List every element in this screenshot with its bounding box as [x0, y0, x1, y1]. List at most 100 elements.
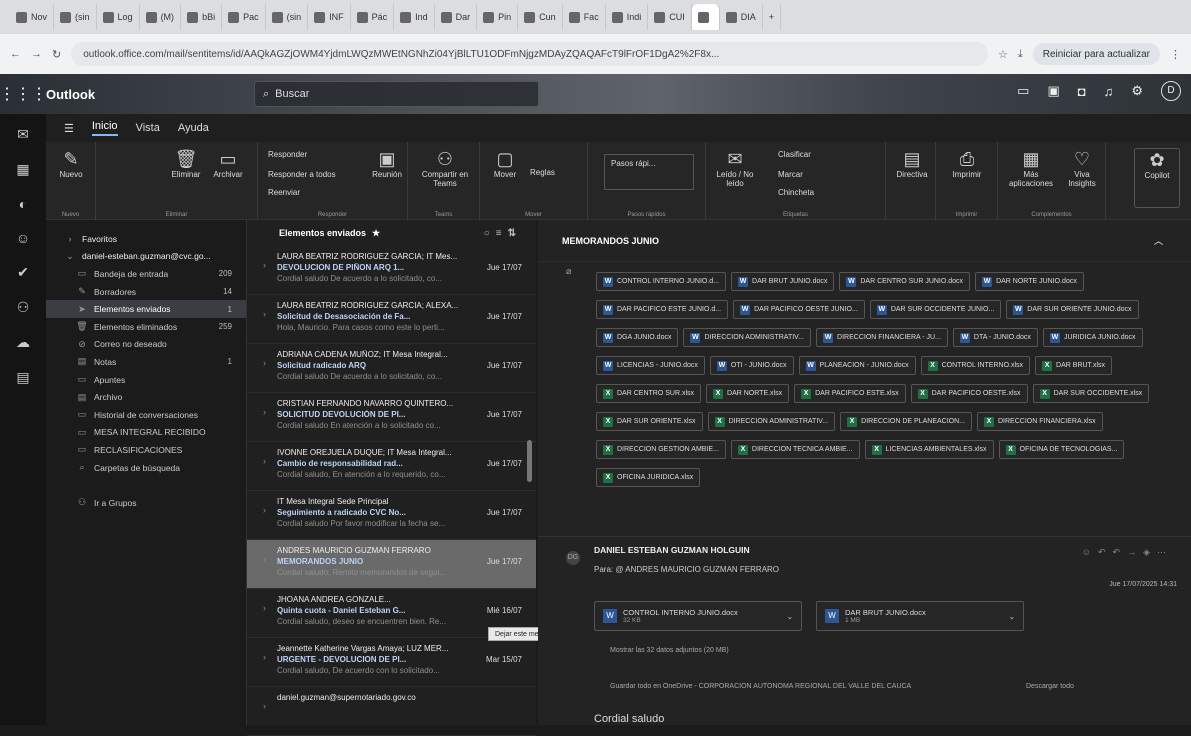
expand-chevron-icon[interactable]: ›: [263, 554, 266, 564]
attachment-chip[interactable]: W DTA - JUNIO.docx: [952, 328, 1038, 347]
attachment-chip[interactable]: X DAR NORTE.xlsx: [706, 384, 790, 403]
attachment-chip[interactable]: X DIRECCION TECNICA AMBIE...: [730, 440, 860, 459]
message-item[interactable]: › IT Mesa Integral Sede Principal Seguimie…: [247, 491, 536, 540]
show-all-attachments-link[interactable]: Mostrar las 32 datos adjuntos (20 MB): [610, 647, 729, 654]
expand-chevron-icon[interactable]: ›: [263, 505, 266, 515]
attachment-chip[interactable]: W DAR CENTRO SUR JUNIO.docx: [839, 272, 971, 291]
quick-steps-box[interactable]: Pasos rápi...: [604, 154, 694, 190]
attachment-chip[interactable]: W DIRECCION FINANCIERA - JU...: [816, 328, 948, 347]
chevron-down-icon[interactable]: ⌄: [1009, 612, 1015, 621]
bell-icon[interactable]: ♫: [1104, 84, 1114, 99]
address-bar[interactable]: outlook.office.com/mail/sentitems/id/AAQ…: [71, 42, 988, 66]
policy-button[interactable]: ▤ Directiva: [890, 148, 934, 179]
message-item[interactable]: › ANDRES MAURICIO GUZMAN FERRARO MEMORANDO…: [247, 540, 536, 589]
message-item[interactable]: › daniel.guzman@supernotariado.gov.co: [247, 687, 536, 736]
search-box[interactable]: ⌕ Buscar: [254, 81, 539, 107]
archive-button[interactable]: ▭ Archivar: [208, 148, 248, 179]
people-icon[interactable]: ☺: [16, 230, 30, 246]
folder-item[interactable]: 🗑 Elementos eliminados 259: [46, 318, 246, 336]
todo-icon[interactable]: ✔: [17, 264, 29, 281]
attachment-chip[interactable]: X DIRECCION GESTION AMBIE...: [596, 440, 726, 459]
bookmark-star-icon[interactable]: ☆: [998, 48, 1008, 61]
list-scrollbar[interactable]: [527, 440, 532, 482]
onedrive-icon[interactable]: ☁: [16, 334, 30, 351]
folder-item[interactable]: › Favoritos: [46, 230, 246, 248]
expand-chevron-icon[interactable]: ›: [263, 260, 266, 270]
more-apps-button[interactable]: ▦ Más aplicaciones: [1002, 148, 1060, 188]
meeting-button[interactable]: ▣ Reunión: [370, 148, 404, 179]
sort-icon[interactable]: ⇅: [508, 228, 522, 239]
attachment-chip[interactable]: X DAR PACIFICO OESTE.xlsx: [910, 384, 1028, 403]
back-icon[interactable]: ←: [10, 48, 21, 60]
folder-item[interactable]: ▭ MESA INTEGRAL RECIBIDO: [46, 424, 246, 442]
attachment-chip[interactable]: X CONTROL INTERNO.xlsx: [920, 356, 1031, 375]
attachment-chip[interactable]: W PLANEACION - JUNIO.docx: [798, 356, 916, 375]
attachment-chip[interactable]: W DAR SUR OCCIDENTE JUNIO...: [869, 300, 1002, 319]
browser-tab[interactable]: Nov: [10, 4, 55, 30]
browser-tab[interactable]: DIA: [720, 4, 763, 30]
more-icon[interactable]: ⋯: [1157, 547, 1173, 557]
attachment-chip[interactable]: W DAR PACIFICO OESTE JUNIO...: [733, 300, 865, 319]
browser-tab[interactable]: Indi: [606, 4, 649, 30]
copilot-button[interactable]: ✿ Copilot: [1134, 148, 1180, 208]
message-item[interactable]: › LAURA BEATRIZ RODRIGUEZ GARCIA; IT Mes.…: [247, 246, 536, 295]
message-item[interactable]: › LAURA BEATRIZ RODRIGUEZ GARCIA; ALEXA..…: [247, 295, 536, 344]
expand-chevron-icon[interactable]: ›: [263, 456, 266, 466]
tab-ayuda[interactable]: Ayuda: [178, 122, 209, 134]
browser-menu-icon[interactable]: ⋮: [1170, 48, 1181, 61]
forward-button[interactable]: Reenviar: [268, 188, 300, 197]
folder-item[interactable]: ⌕ Carpetas de búsqueda: [46, 459, 246, 477]
calendar-icon[interactable]: ▦: [16, 161, 29, 178]
attachment-chip[interactable]: W CONTROL INTERNO JUNIO.d...: [596, 272, 727, 291]
attachment-chip[interactable]: W DAR BRUT JUNIO.docx: [731, 272, 835, 291]
mail-icon[interactable]: ✉: [17, 126, 29, 143]
browser-tab[interactable]: (sin: [266, 4, 309, 30]
browser-tab[interactable]: Fac: [563, 4, 606, 30]
folder-item[interactable]: ➤ Elementos enviados 1: [46, 300, 246, 318]
print-button[interactable]: ⎙ Imprimir: [944, 148, 990, 179]
attachment-chip[interactable]: W JURIDICA JUNIO.docx: [1042, 328, 1143, 347]
reply-all-icon[interactable]: ↶: [1113, 547, 1128, 557]
meet-now-icon[interactable]: ▭: [1017, 83, 1029, 99]
teams-icon[interactable]: ⚇: [17, 299, 30, 316]
favorite-star-icon[interactable]: ★: [372, 228, 380, 239]
folder-item[interactable]: ⌄ daniel-esteban.guzman@cvc.go...: [46, 248, 246, 266]
attachment-chip[interactable]: X DAR PACIFICO ESTE.xlsx: [794, 384, 906, 403]
message-item[interactable]: › Jeannette Katherine Vargas Amaya; LUZ M…: [247, 638, 536, 687]
attachment-chip[interactable]: X DAR SUR ORIENTE.xlsx: [596, 412, 703, 431]
attachment-chip[interactable]: X DIRECCION DE PLANEACION...: [840, 412, 972, 431]
browser-tab[interactable]: (sin: [54, 4, 97, 30]
browser-tab[interactable]: Pac: [222, 4, 266, 30]
expand-chevron-icon[interactable]: ›: [263, 309, 266, 319]
message-item[interactable]: › IVONNE OREJUELA DUQUE; IT Mesa Integral…: [247, 442, 536, 491]
attachment-chip[interactable]: X DAR CENTRO SUR.xlsx: [596, 384, 702, 403]
apps-icon[interactable]: ▤: [16, 369, 29, 386]
browser-tab[interactable]: INF: [308, 4, 351, 30]
categorize-button[interactable]: Clasificar: [778, 150, 811, 159]
attachment-chip[interactable]: W DAR PACIFICO ESTE JUNIO.d...: [596, 300, 729, 319]
folder-item[interactable]: ▭ Historial de conversaciones: [46, 406, 246, 424]
reply-button[interactable]: Responder: [268, 150, 307, 159]
chevron-down-icon[interactable]: ⌄: [787, 612, 793, 621]
chat-icon[interactable]: ◘: [1078, 84, 1086, 99]
folder-item[interactable]: ⚇ Ir a Grupos: [46, 494, 246, 512]
attachment-chip[interactable]: W DAR SUR ORIENTE JUNIO.docx: [1006, 300, 1139, 319]
message-item[interactable]: › CRISTIAN FERNANDO NAVARRO QUINTERO... SO…: [247, 393, 536, 442]
attachment-chip[interactable]: W DGA JUNIO.docx: [596, 328, 679, 347]
browser-tab[interactable]: [691, 4, 720, 30]
expand-chevron-icon[interactable]: ›: [263, 701, 266, 711]
copilot-icon[interactable]: ◈: [1143, 547, 1157, 557]
attachment-chip[interactable]: X DAR BRUT.xlsx: [1035, 356, 1113, 375]
forward-icon[interactable]: →: [31, 48, 42, 60]
expand-chevron-icon[interactable]: ›: [263, 407, 266, 417]
browser-tab[interactable]: (M): [140, 4, 182, 30]
tab-vista[interactable]: Vista: [136, 122, 160, 134]
browser-tab[interactable]: Pác: [351, 4, 395, 30]
browser-tab[interactable]: Log: [97, 4, 140, 30]
hamburger-icon[interactable]: ☰: [64, 122, 74, 135]
viva-insights-button[interactable]: ♡ Viva Insights: [1060, 148, 1104, 188]
browser-tab[interactable]: Pin: [477, 4, 519, 30]
pin-button[interactable]: Chincheta: [778, 188, 814, 197]
attachment-chip[interactable]: W DAR NORTE JUNIO.docx: [975, 272, 1084, 291]
new-mail-button[interactable]: ✎ Nuevo: [54, 148, 88, 179]
